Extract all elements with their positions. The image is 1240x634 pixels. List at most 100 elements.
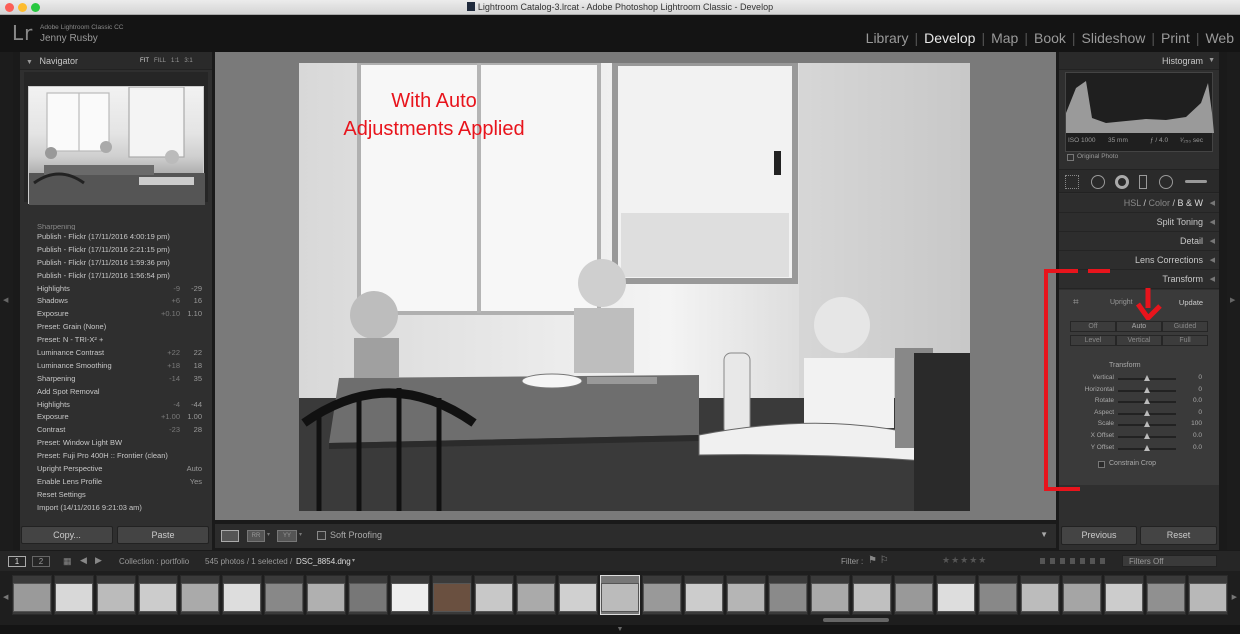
filmstrip-thumbnail[interactable] xyxy=(1146,575,1186,615)
history-item[interactable]: Publish - Flickr (17/11/2016 1:56:54 pm) xyxy=(20,269,212,282)
module-web[interactable]: Web xyxy=(1205,30,1234,46)
history-item[interactable]: Exposure +0.10 1.10 xyxy=(20,307,212,320)
filmstrip-thumbnail[interactable] xyxy=(96,575,136,615)
right-panel-toggle[interactable]: ▶ xyxy=(1227,52,1240,550)
filmstrip-thumbnail[interactable] xyxy=(684,575,724,615)
before-after-icon[interactable]: RR xyxy=(247,530,265,542)
filmstrip-thumbnail[interactable] xyxy=(852,575,892,615)
color-label-filter[interactable] xyxy=(1040,558,1110,564)
filmstrip-thumbnail[interactable] xyxy=(138,575,178,615)
histogram-header[interactable]: Histogram ▼ xyxy=(1059,52,1219,70)
history-item[interactable]: Highlights -9 -29 xyxy=(20,282,212,295)
navigator-header[interactable]: ▼ Navigator FIT FILL 1:1 3:1 xyxy=(20,52,212,70)
toolbar-menu-icon[interactable]: ▼ xyxy=(1040,530,1048,539)
bw-tab[interactable]: B & W xyxy=(1177,198,1203,208)
history-item[interactable]: Import (14/11/2016 9:21:03 am) xyxy=(20,501,212,514)
filmstrip-thumbnail[interactable] xyxy=(264,575,304,615)
left-panel-toggle[interactable]: ◀ xyxy=(0,52,13,550)
split-toning-header[interactable]: Split Toning xyxy=(1059,213,1219,232)
before-after-split-icon[interactable]: YY xyxy=(277,530,297,542)
paste-settings-button[interactable]: Paste xyxy=(117,526,209,544)
filmstrip-thumbnail[interactable] xyxy=(1104,575,1144,615)
filmstrip-thumbnail[interactable] xyxy=(180,575,220,615)
history-item[interactable]: Reset Settings xyxy=(20,488,212,501)
module-book[interactable]: Book xyxy=(1034,30,1066,46)
zoom-fill[interactable]: FILL xyxy=(154,58,166,64)
page-2-button[interactable]: 2 xyxy=(32,556,50,567)
filmstrip-thumbnail[interactable] xyxy=(810,575,850,615)
history-item[interactable]: Shadows +6 16 xyxy=(20,294,212,307)
crop-overlay-icon[interactable] xyxy=(1065,175,1079,189)
close-window-button[interactable] xyxy=(5,3,14,12)
color-tab[interactable]: Color xyxy=(1148,198,1170,208)
hsl-color-bw-header[interactable]: HSL / Color / B & W xyxy=(1059,194,1219,213)
filmstrip-thumbnail[interactable] xyxy=(222,575,262,615)
main-photo[interactable]: With Auto Adjustments Applied xyxy=(299,63,970,511)
radial-filter-icon[interactable] xyxy=(1159,175,1173,189)
history-item[interactable]: Preset: Window Light BW xyxy=(20,436,212,449)
filmstrip-thumbnail[interactable] xyxy=(600,575,640,615)
hsl-tab[interactable]: HSL xyxy=(1124,198,1141,208)
flag-filter-icon[interactable]: ⚑ ⚐ xyxy=(868,555,889,566)
filmstrip-thumbnail[interactable] xyxy=(390,575,430,615)
filmstrip-thumbnail[interactable] xyxy=(306,575,346,615)
collection-label[interactable]: Collection : portfolio xyxy=(119,557,189,566)
forward-arrow-icon[interactable]: ▶ xyxy=(95,555,102,566)
module-library[interactable]: Library xyxy=(866,30,909,46)
history-item[interactable]: Publish - Flickr (17/11/2016 1:59:36 pm) xyxy=(20,256,212,269)
loupe-view-icon[interactable] xyxy=(221,530,239,542)
filmstrip-thumbnail[interactable] xyxy=(726,575,766,615)
previous-button[interactable]: Previous xyxy=(1061,526,1137,545)
filmstrip-thumbnail[interactable] xyxy=(348,575,388,615)
copy-settings-button[interactable]: Copy... xyxy=(21,526,113,544)
history-item[interactable]: Add Spot Removal xyxy=(20,385,212,398)
history-item[interactable]: Preset: Fuji Pro 400H :: Frontier (clean… xyxy=(20,449,212,462)
star-rating-filter[interactable]: ★★★★★ xyxy=(942,555,987,566)
filmstrip-thumbnail[interactable] xyxy=(1188,575,1228,615)
filters-off-dropdown[interactable]: Filters Off xyxy=(1122,555,1217,567)
history-item[interactable]: Publish - Flickr (17/11/2016 2:21:15 pm) xyxy=(20,243,212,256)
filmstrip-scroll-left-icon[interactable]: ◀ xyxy=(3,593,8,601)
history-item[interactable]: Preset: Grain (None) xyxy=(20,320,212,333)
history-item[interactable]: Upright Perspective Auto xyxy=(20,462,212,475)
selected-file-name[interactable]: DSC_8854.dng xyxy=(296,557,351,566)
before-after-dropdown-icon[interactable]: ▾ xyxy=(267,531,270,538)
filmstrip-thumbnail[interactable] xyxy=(978,575,1018,615)
history-item[interactable]: Luminance Contrast +22 22 xyxy=(20,346,212,359)
back-arrow-icon[interactable]: ◀ xyxy=(80,555,87,566)
filmstrip-thumbnail[interactable] xyxy=(1062,575,1102,615)
history-item[interactable]: Publish - Flickr (17/11/2016 4:00:19 pm) xyxy=(20,230,212,243)
filmstrip-thumbnail[interactable] xyxy=(1020,575,1060,615)
module-slideshow[interactable]: Slideshow xyxy=(1082,30,1146,46)
detail-header[interactable]: Detail xyxy=(1059,232,1219,251)
history-item[interactable]: Highlights -4 -44 xyxy=(20,398,212,411)
split-dropdown-icon[interactable]: ▾ xyxy=(299,531,302,538)
filmstrip-thumbnail[interactable] xyxy=(768,575,808,615)
history-item[interactable]: Contrast -23 28 xyxy=(20,423,212,436)
history-item[interactable]: Enable Lens Profile Yes xyxy=(20,475,212,488)
filmstrip-thumbnail[interactable] xyxy=(54,575,94,615)
filmstrip-thumbnail[interactable] xyxy=(516,575,556,615)
filmstrip-thumbnail[interactable] xyxy=(474,575,514,615)
filmstrip-thumbnail[interactable] xyxy=(12,575,52,615)
module-develop[interactable]: Develop xyxy=(924,30,975,46)
page-1-button[interactable]: 1 xyxy=(8,556,26,567)
filmstrip-thumbnail[interactable] xyxy=(432,575,472,615)
module-map[interactable]: Map xyxy=(991,30,1018,46)
zoom-3-1[interactable]: 3:1 xyxy=(184,58,192,64)
original-photo-checkbox[interactable] xyxy=(1067,154,1074,161)
filmstrip-thumbnail[interactable] xyxy=(558,575,598,615)
grid-view-icon[interactable]: ▦ xyxy=(63,556,72,567)
histogram-display[interactable]: ISO 1000 35 mm ƒ / 4.0 ¹⁄₂₅₀ sec xyxy=(1065,72,1214,152)
soft-proofing-checkbox[interactable] xyxy=(317,531,326,540)
filmstrip-scroll-right-icon[interactable]: ▶ xyxy=(1232,593,1237,601)
history-item[interactable]: Exposure +1.00 1.00 xyxy=(20,410,212,423)
graduated-filter-icon[interactable] xyxy=(1139,175,1147,189)
filmstrip-thumbnail[interactable] xyxy=(642,575,682,615)
chevron-down-icon[interactable]: ▾ xyxy=(352,557,355,564)
filmstrip-thumbnail[interactable] xyxy=(894,575,934,615)
module-print[interactable]: Print xyxy=(1161,30,1190,46)
minimize-window-button[interactable] xyxy=(18,3,27,12)
navigator-thumbnail[interactable] xyxy=(28,86,205,205)
filmstrip-scrollbar[interactable] xyxy=(823,618,889,622)
